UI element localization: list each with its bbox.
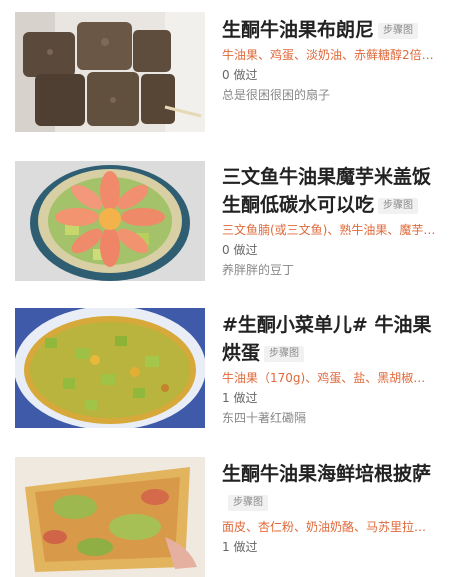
recipe-thumbnail[interactable] [15,12,205,132]
recipe-info: 生酮牛油果海鲜培根披萨步骤图 面皮、杏仁粉、奶油奶酪、马苏里拉… 1 做过 [222,452,444,556]
recipe-thumbnail[interactable] [15,161,205,281]
recipe-title[interactable]: 生酮牛油果海鲜培根披萨步骤图 [222,460,444,516]
made-count: 0 做过 [222,243,258,257]
pizza-photo-icon [15,457,205,577]
recipe-title[interactable]: 生酮牛油果布朗尼 步骤图 [222,16,444,44]
recipe-title[interactable]: 三文鱼牛油果魔芋米盖饭生酮低碳水可以吃 步骤图 [222,163,444,219]
salmon-bowl-photo-icon [15,161,205,281]
recipe-title-text[interactable]: 生酮牛油果海鲜培根披萨 [222,463,431,485]
made-count: 1 做过 [222,391,258,405]
made-count: 1 做过 [222,540,258,554]
recipe-title[interactable]: #生酮小菜单儿# 牛油果烘蛋 步骤图 [222,311,444,367]
step-photo-badge: 步骤图 [228,495,268,511]
recipe-author[interactable]: 总是很困很困的扇子 [222,86,444,104]
step-photo-badge: 步骤图 [378,23,419,39]
step-photo-badge: 步骤图 [378,198,419,214]
avocado-frittata-photo-icon [15,308,205,428]
recipe-title-text[interactable]: #生酮小菜单儿# 牛油果烘蛋 [222,314,431,364]
recipe-title-text[interactable]: 生酮牛油果布朗尼 [222,19,374,41]
recipe-thumbnail[interactable] [15,457,205,577]
recipe-author[interactable]: 养胖胖的豆丁 [222,261,444,279]
recipe-info: 生酮牛油果布朗尼 步骤图 牛油果、鸡蛋、淡奶油、赤藓糖醇2倍… 0 做过 总是很困… [222,8,444,104]
recipe-author[interactable]: 东四十著红磡隔 [222,409,444,427]
recipe-ingredients: 牛油果、鸡蛋、淡奶油、赤藓糖醇2倍… [222,48,434,62]
recipe-ingredients: 三文鱼腩(或三文鱼)、熟牛油果、魔芋… [222,223,436,237]
recipe-info: 三文鱼牛油果魔芋米盖饭生酮低碳水可以吃 步骤图 三文鱼腩(或三文鱼)、熟牛油果、魔… [222,155,444,279]
brownie-photo-icon [15,12,205,132]
recipe-info: #生酮小菜单儿# 牛油果烘蛋 步骤图 牛油果（170g)、鸡蛋、盐、黑胡椒… 1 … [222,303,444,427]
made-count: 0 做过 [222,68,258,82]
recipe-ingredients: 牛油果（170g)、鸡蛋、盐、黑胡椒… [222,371,426,385]
step-photo-badge: 步骤图 [264,346,305,362]
recipe-thumbnail[interactable] [15,308,205,428]
recipe-ingredients: 面皮、杏仁粉、奶油奶酪、马苏里拉… [222,520,427,534]
